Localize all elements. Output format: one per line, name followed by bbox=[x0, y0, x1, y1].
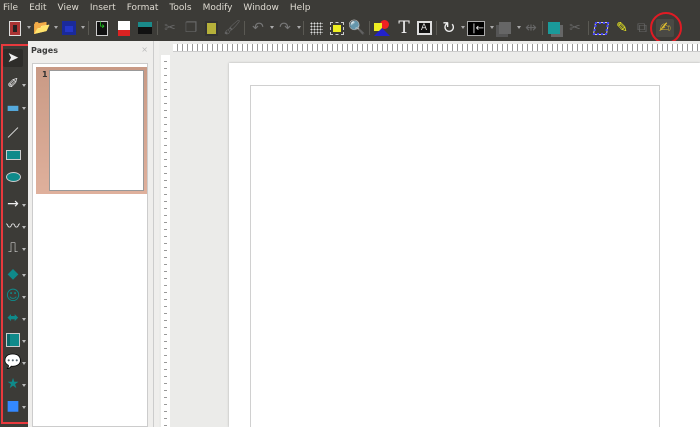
pages-title: Pages bbox=[31, 46, 58, 55]
basic-shapes-icon[interactable]: ◆ bbox=[3, 265, 23, 283]
paste-icon[interactable] bbox=[202, 19, 220, 37]
align-icon[interactable]: |← bbox=[467, 19, 485, 37]
rotate-icon[interactable]: ↻ bbox=[440, 19, 458, 37]
pages-list: 1 bbox=[32, 63, 148, 427]
open-icon[interactable]: 📂 bbox=[33, 19, 51, 37]
menu-help[interactable]: Help bbox=[290, 3, 311, 13]
line-arrow-icon[interactable]: → bbox=[3, 195, 23, 213]
menu-format[interactable]: Format bbox=[127, 3, 159, 13]
page-thumbnail-item[interactable]: 1 bbox=[36, 67, 147, 194]
drawing-toolbar: ➤ ✐ ▬ → 〰 ⎍ ◆ ☺ ⬌ 💬 ★ ■ bbox=[0, 41, 28, 427]
basic-shapes-icon[interactable] bbox=[373, 19, 391, 37]
horizontal-ruler bbox=[173, 44, 700, 52]
select-icon[interactable]: ➤ bbox=[3, 49, 23, 67]
drawing-page[interactable] bbox=[229, 63, 700, 427]
line-fill-color-icon[interactable]: ✐ bbox=[3, 75, 23, 93]
ellipse-icon[interactable] bbox=[3, 168, 23, 186]
line-icon[interactable] bbox=[3, 123, 23, 141]
menu-modify[interactable]: Modify bbox=[203, 3, 233, 13]
glue-points-icon[interactable]: ⧉ bbox=[633, 19, 651, 37]
close-icon[interactable]: × bbox=[141, 45, 148, 54]
page-thumbnail[interactable] bbox=[49, 70, 144, 191]
cut-icon[interactable]: ✂ bbox=[161, 19, 179, 37]
flowchart-icon[interactable] bbox=[3, 331, 23, 349]
3d-objects-icon[interactable]: ■ bbox=[3, 397, 23, 415]
redo-icon[interactable]: ↷ bbox=[276, 19, 294, 37]
export-pdf-icon[interactable] bbox=[115, 19, 133, 37]
points-icon[interactable] bbox=[592, 19, 610, 37]
block-arrows-icon[interactable]: ⬌ bbox=[3, 309, 23, 327]
menu-bar: File Edit View Insert Format Tools Modif… bbox=[0, 0, 700, 15]
grid-icon[interactable] bbox=[307, 19, 325, 37]
standard-toolbar: 📂 ↳ ✂ ❐ 🖌 ↶ ↷ 🔍 T A ↻ |← ⇹ ✂ ✎ ⧉ ✍ bbox=[0, 15, 700, 41]
shadow-icon[interactable] bbox=[545, 19, 563, 37]
menu-window[interactable]: Window bbox=[243, 3, 279, 13]
stars-icon[interactable]: ★ bbox=[3, 375, 23, 393]
export-icon[interactable]: ↳ bbox=[93, 19, 111, 37]
arrange-icon[interactable] bbox=[496, 19, 514, 37]
crop-icon[interactable]: ✂ bbox=[566, 19, 584, 37]
new-document-icon[interactable] bbox=[6, 19, 24, 37]
vertical-ruler bbox=[161, 55, 170, 427]
menu-file[interactable]: File bbox=[3, 3, 18, 13]
symbol-shapes-icon[interactable]: ☺ bbox=[3, 287, 23, 305]
distribute-icon[interactable]: ⇹ bbox=[522, 19, 540, 37]
menu-tools[interactable]: Tools bbox=[169, 3, 191, 13]
fontwork-text-box-icon[interactable]: A bbox=[415, 19, 433, 37]
fill-color-icon[interactable]: ▬ bbox=[3, 99, 23, 117]
drawing-canvas[interactable] bbox=[159, 41, 700, 427]
menu-view[interactable]: View bbox=[58, 3, 79, 13]
page-number: 1 bbox=[42, 70, 48, 79]
callouts-icon[interactable]: 💬 bbox=[3, 353, 23, 371]
save-icon[interactable] bbox=[60, 19, 78, 37]
page-margin bbox=[250, 85, 660, 427]
undo-icon[interactable]: ↶ bbox=[249, 19, 267, 37]
pages-panel: Pages × 1 bbox=[28, 41, 153, 427]
rectangle-icon[interactable] bbox=[3, 146, 23, 164]
helplines-icon[interactable] bbox=[328, 19, 346, 37]
highlight-circle bbox=[650, 12, 682, 44]
menu-edit[interactable]: Edit bbox=[29, 3, 46, 13]
copy-icon[interactable]: ❐ bbox=[182, 19, 200, 37]
curve-icon[interactable]: 〰 bbox=[3, 217, 23, 235]
menu-insert[interactable]: Insert bbox=[90, 3, 116, 13]
text-icon[interactable]: T bbox=[395, 19, 413, 37]
highlighter-icon[interactable]: ✎ bbox=[613, 19, 631, 37]
zoom-icon[interactable]: 🔍 bbox=[348, 19, 366, 37]
connector-icon[interactable]: ⎍ bbox=[3, 239, 23, 257]
print-icon[interactable] bbox=[136, 19, 154, 37]
clone-formatting-icon[interactable]: 🖌 bbox=[223, 19, 241, 37]
